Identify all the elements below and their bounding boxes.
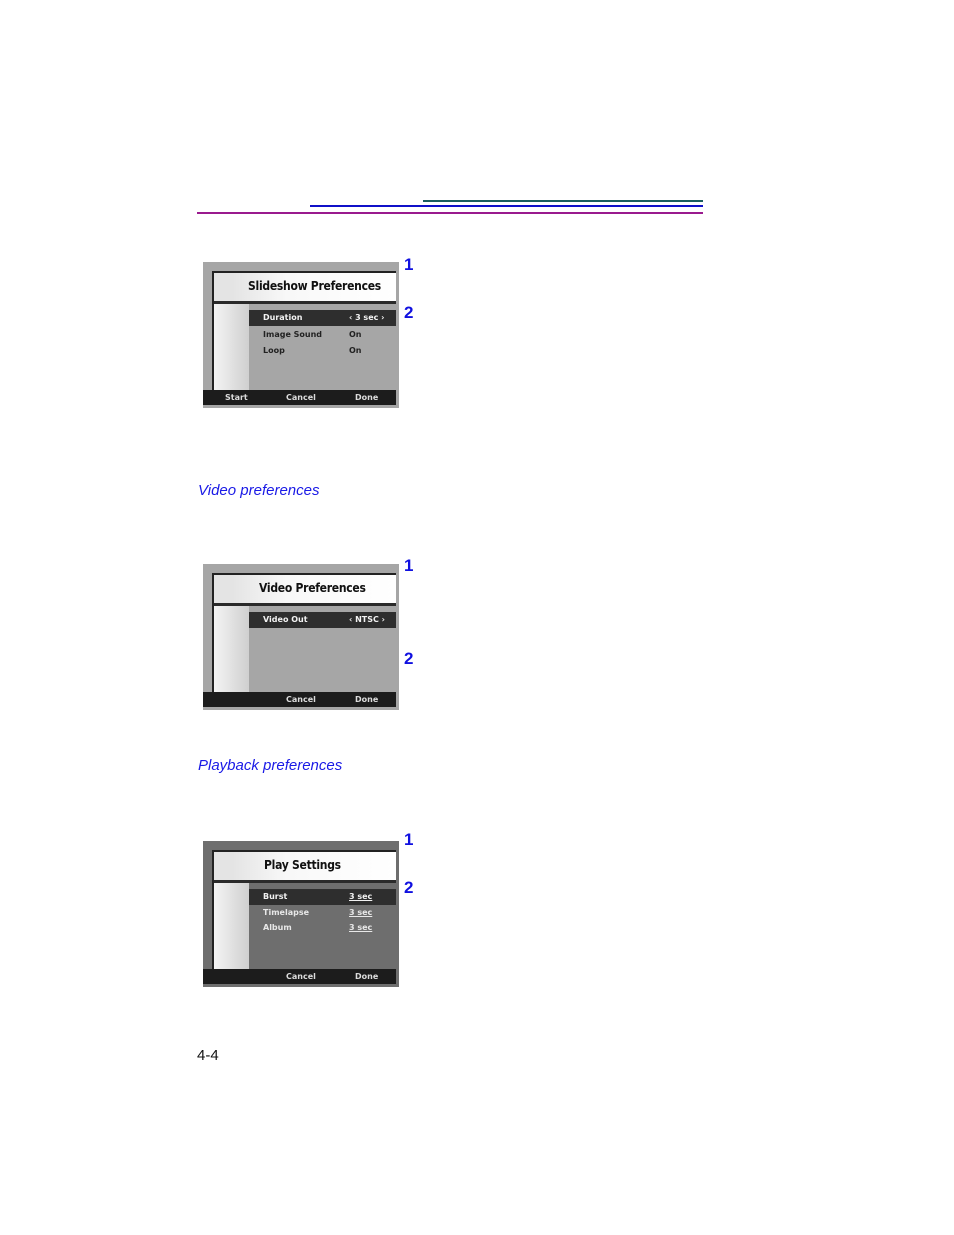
row-label: Video Out (263, 615, 308, 624)
screen-title: Video Preferences (259, 581, 366, 595)
header-rule-middle (310, 205, 703, 207)
section-caption-playback: Playback preferences (198, 757, 343, 774)
cancel-softkey[interactable]: Cancel (286, 393, 316, 402)
done-softkey[interactable]: Done (355, 695, 378, 704)
menu-row-duration[interactable]: Duration ‹ 3 sec › (249, 310, 396, 326)
row-value: 3 sec (349, 908, 373, 917)
screen-titlebar: Play Settings (214, 852, 396, 883)
cancel-softkey[interactable]: Cancel (286, 972, 316, 981)
slideshow-preferences-screen: Slideshow Preferences Duration ‹ 3 sec ›… (203, 262, 399, 408)
callout-1: 1 (404, 255, 414, 274)
screen-title: Play Settings (264, 858, 341, 872)
page-number: 4-4 (197, 1047, 219, 1064)
menu-row-video-out[interactable]: Video Out ‹ NTSC › (249, 612, 396, 628)
row-label: Album (263, 923, 292, 932)
row-value: On (349, 346, 362, 355)
menu-row-loop[interactable]: Loop On (249, 343, 396, 359)
done-softkey[interactable]: Done (355, 972, 378, 981)
row-value: 3 sec (349, 923, 373, 932)
softkey-bar: Cancel Done (203, 969, 396, 984)
screen-title: Slideshow Preferences (248, 279, 381, 293)
menu-row-timelapse[interactable]: Timelapse 3 sec (249, 905, 396, 921)
header-rule-top (423, 200, 703, 202)
section-caption-video: Video preferences (198, 482, 320, 499)
row-label: Loop (263, 346, 285, 355)
screen-titlebar: Video Preferences (214, 575, 396, 606)
row-label: Image Sound (263, 330, 323, 339)
callout-1: 1 (404, 556, 414, 575)
row-label: Burst (263, 892, 288, 901)
menu-row-burst[interactable]: Burst 3 sec (249, 889, 396, 905)
row-value: ‹ NTSC › (349, 615, 385, 624)
play-settings-screen: Play Settings Burst 3 sec Timelapse 3 se… (203, 841, 399, 987)
row-value: On (349, 330, 362, 339)
video-preferences-screen: Video Preferences Video Out ‹ NTSC › Can… (203, 564, 399, 710)
row-value: 3 sec (349, 892, 373, 901)
callout-2: 2 (404, 878, 414, 897)
softkey-bar: Cancel Done (203, 692, 396, 707)
menu-row-album[interactable]: Album 3 sec (249, 920, 396, 936)
screen-titlebar: Slideshow Preferences (214, 273, 396, 304)
row-value: ‹ 3 sec › (349, 313, 385, 322)
softkey-bar: Start Cancel Done (203, 390, 396, 405)
callout-2: 2 (404, 303, 414, 322)
start-softkey[interactable]: Start (225, 393, 248, 402)
cancel-softkey[interactable]: Cancel (286, 695, 316, 704)
menu-row-image-sound[interactable]: Image Sound On (249, 327, 396, 343)
callout-1: 1 (404, 830, 414, 849)
row-label: Duration (263, 313, 303, 322)
header-rule-bottom (197, 212, 703, 214)
row-label: Timelapse (263, 908, 310, 917)
done-softkey[interactable]: Done (355, 393, 378, 402)
callout-2: 2 (404, 649, 414, 668)
